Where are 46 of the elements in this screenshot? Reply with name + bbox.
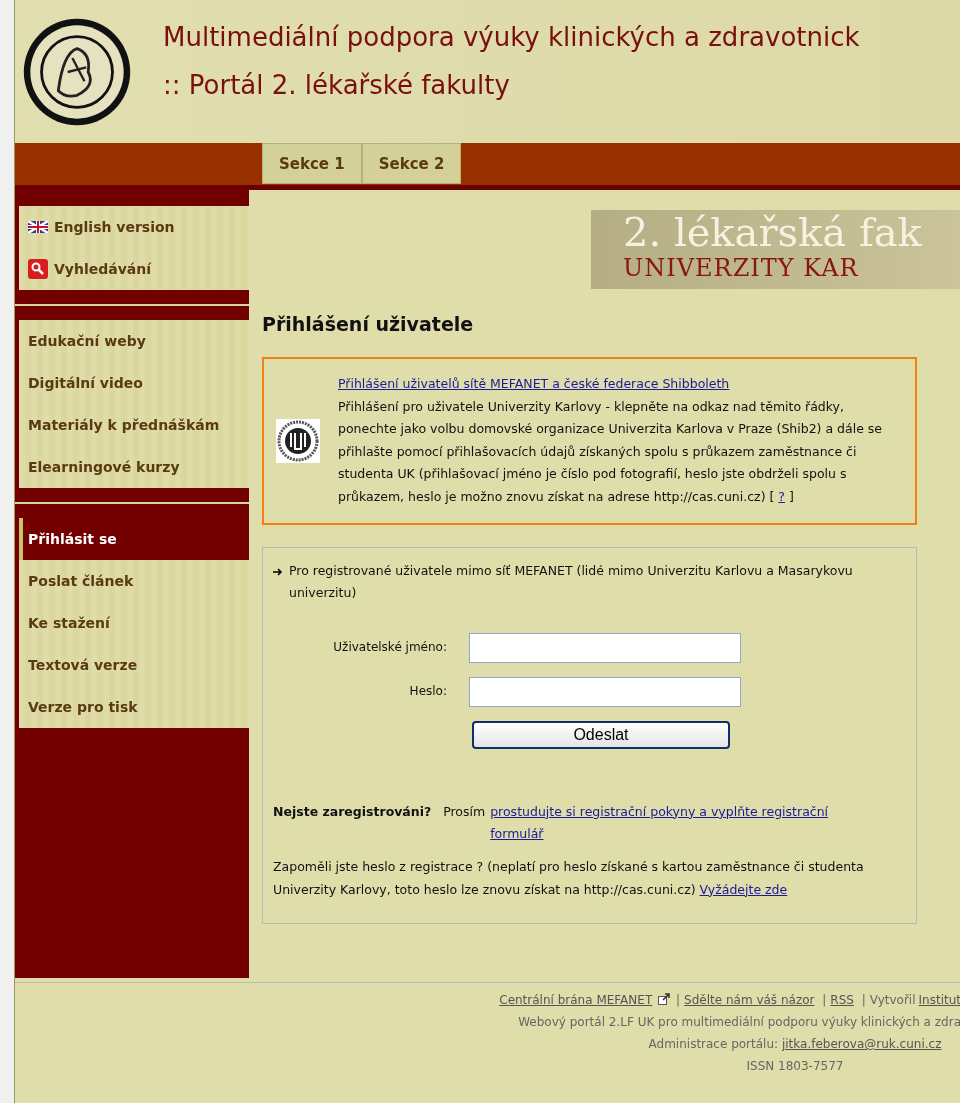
- menu-item[interactable]: Digitální video: [19, 362, 249, 404]
- footer-text: Vytvořil: [869, 993, 916, 1007]
- menu-item[interactable]: Vyhledávání: [19, 248, 249, 290]
- submit-button[interactable]: Odeslat: [472, 720, 730, 749]
- shibboleth-login-link[interactable]: Přihlášení uživatelů sítě MEFANET a české federace Shibboleth: [338, 376, 730, 391]
- menu-item[interactable]: Elearningové kurzy: [19, 446, 249, 488]
- password-field[interactable]: [469, 676, 741, 707]
- admin-email-link[interactable]: jitka.feberova@ruk.cuni.cz: [781, 1037, 942, 1051]
- registration-link[interactable]: prostudujte si registrační pokyny a vyplňte registrační formulář: [490, 800, 866, 846]
- menu-item[interactable]: Poslat článek: [19, 560, 249, 602]
- login-intro: Pro registrované uživatele mimo síť MEFANET (lidé mimo Univerzitu Karlovu a Masarykovu univerzitu): [289, 561, 854, 603]
- menu-item[interactable]: English version: [19, 206, 249, 248]
- footer-separator: |: [822, 993, 827, 1007]
- issn-text: ISSN 1803-7577: [746, 1059, 844, 1073]
- menu-item[interactable]: Edukační weby: [19, 320, 249, 362]
- footer-link[interactable]: RSS: [830, 993, 854, 1007]
- footer-link[interactable]: Sdělte nám váš názor: [684, 993, 815, 1007]
- faculty-banner: 2. lékařská fak UNIVERZITY KAR: [591, 210, 960, 289]
- help-link[interactable]: ?: [778, 488, 785, 504]
- university-seal-icon: [276, 418, 320, 463]
- footer-description: Webový portál 2.LF UK pro multimediální podporu výuky klinických a zdra: [518, 1015, 960, 1029]
- field-label: Uživatelské jméno:: [332, 639, 447, 657]
- menu-item[interactable]: Verze pro tisk: [19, 686, 249, 728]
- section-tab[interactable]: Sekce 2: [361, 143, 462, 184]
- page-heading: Přihlášení uživatele: [262, 313, 475, 335]
- section-tab[interactable]: Sekce 1: [262, 143, 362, 184]
- menu-item[interactable]: Textová verze: [19, 644, 249, 686]
- footer-separator: |: [676, 993, 681, 1007]
- footer-link[interactable]: Centrální brána MEFANET: [499, 993, 653, 1007]
- menu-item[interactable]: Přihlásit se: [19, 518, 249, 560]
- login-instructions: Přihlášení pro uživatele Univerzity Karlovy - klepněte na odkaz nad těmito řádky, ponechte jako volbu domovské organizace Univerzita Karlova v Praze (Shib2) a dále se přihlašte pomocí přihlašovacích údajů získaných spolu s průkazem zaměstnance či studenta UK (přihlašovací jméno je číslo pod fotografií, heslo jste obdrželi spolu s průkazem, heslo je možno znovu získat na adrese http://cas.cuni.cz) [ ? ]: [338, 397, 884, 506]
- footer-admin-label: Administrace portálu:: [648, 1037, 779, 1051]
- username-field[interactable]: [469, 632, 741, 663]
- footer-link[interactable]: Institut: [918, 993, 960, 1007]
- password-recovery-note: Zapoměli jste heslo z registrace ? (neplatí pro heslo získané s kartou zaměstnance či studenta Univerzity Karlovy, toto heslo lze znovu získat na http://cas.cuni.cz) Vyžádejte zde: [273, 857, 865, 899]
- password-recovery-link[interactable]: Vyžádejte zde: [699, 881, 788, 897]
- search-icon: [28, 259, 48, 279]
- field-label: Heslo:: [408, 683, 447, 701]
- menu-item[interactable]: Materiály k přednáškám: [19, 404, 249, 446]
- site-title: Multimediální podpora výuky klinických a zdravotnick: [163, 21, 860, 52]
- footer-separator: |: [861, 993, 866, 1007]
- registration-note: Nejste zaregistrováni? Prosím: [273, 802, 486, 821]
- flag-icon: [28, 221, 48, 233]
- menu-item[interactable]: Ke stažení: [19, 602, 249, 644]
- site-subtitle: :: Portál 2. lékařské fakulty: [163, 69, 511, 100]
- arrow-icon: [273, 567, 283, 576]
